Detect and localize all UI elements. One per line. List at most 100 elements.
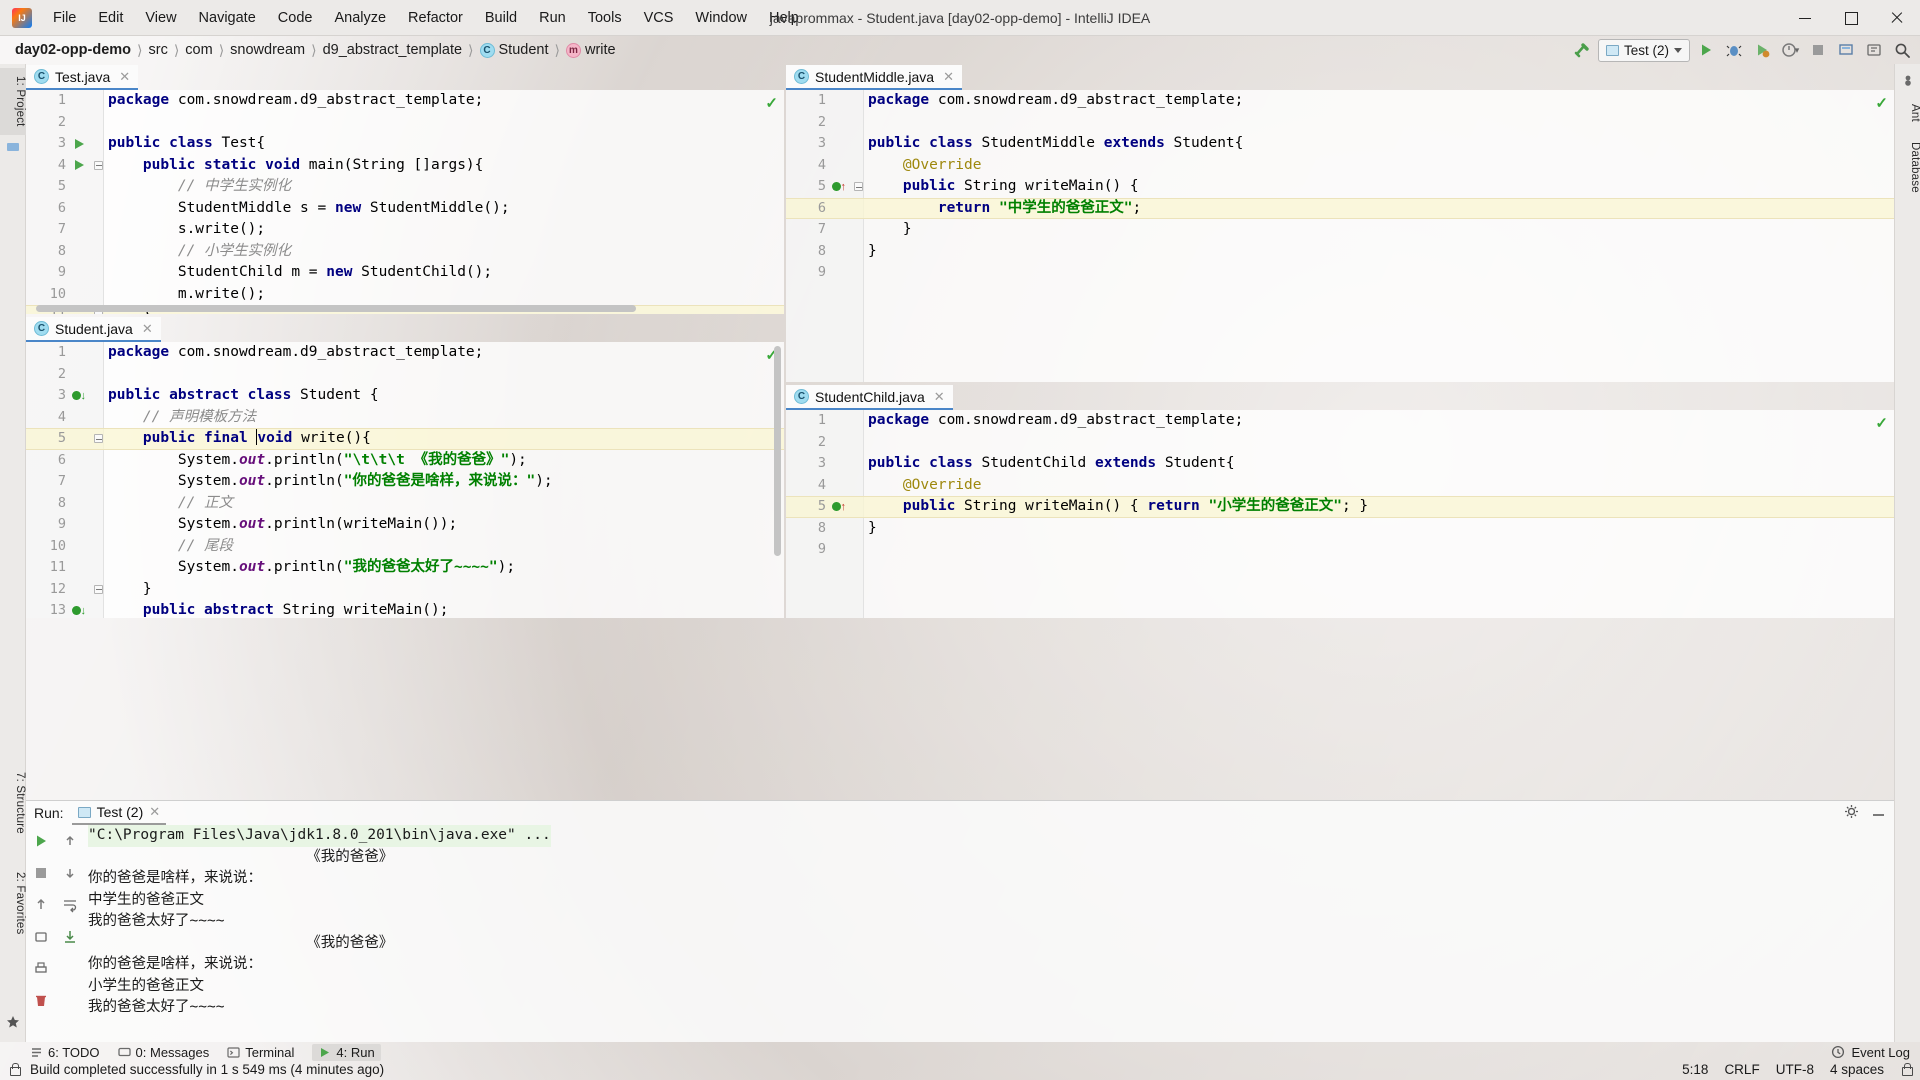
- caret-position[interactable]: 5:18: [1682, 1062, 1708, 1077]
- breadcrumb-item-project[interactable]: day02-opp-demo: [10, 41, 136, 59]
- breadcrumb-item-snowdream[interactable]: snowdream: [225, 41, 310, 59]
- ant-icon[interactable]: [1895, 68, 1920, 92]
- code-line[interactable]: 4 @Override: [786, 155, 1894, 177]
- code-line[interactable]: 10 m.write();: [26, 284, 784, 306]
- code-line[interactable]: 2: [786, 112, 1894, 134]
- code-line[interactable]: 2: [786, 432, 1894, 454]
- line-separator[interactable]: CRLF: [1724, 1062, 1759, 1077]
- code-line[interactable]: 1 package com.snowdream.d9_abstract_templ…: [26, 342, 784, 364]
- breadcrumb-item-package[interactable]: d9_abstract_template: [318, 41, 467, 59]
- breadcrumb-item-src[interactable]: src: [143, 41, 172, 59]
- code-line[interactable]: 3 public class StudentChild extends Stude…: [786, 453, 1894, 475]
- fold-toggle-icon[interactable]: [92, 428, 104, 450]
- rerun-failed-icon[interactable]: [31, 895, 51, 915]
- print-icon[interactable]: [31, 959, 51, 979]
- close-tab-icon[interactable]: ✕: [934, 389, 945, 405]
- fold-toggle-icon[interactable]: [852, 176, 864, 198]
- build-hammer-icon[interactable]: [1570, 38, 1594, 62]
- menu-navigate[interactable]: Navigate: [188, 6, 267, 30]
- delete-icon[interactable]: [31, 991, 51, 1011]
- code-line[interactable]: 5 ↑ public String writeMain() { return "小…: [786, 496, 1894, 518]
- code-line[interactable]: 5 public final void write(){: [26, 428, 784, 450]
- sidebar-item-favorites[interactable]: 2: Favorites: [0, 864, 26, 942]
- scroll-down-icon[interactable]: [60, 863, 80, 883]
- gutter-marker[interactable]: [72, 155, 86, 177]
- overriding-gutter-icon[interactable]: [832, 502, 841, 512]
- code-line[interactable]: 4 public static void main(String []args)…: [26, 155, 784, 177]
- code-line[interactable]: 4 @Override: [786, 475, 1894, 497]
- menu-analyze[interactable]: Analyze: [323, 6, 397, 30]
- vertical-scrollbar-student[interactable]: [774, 346, 781, 556]
- scroll-up-icon[interactable]: [60, 831, 80, 851]
- code-line[interactable]: 1 package com.snowdream.d9_abstract_templ…: [786, 410, 1894, 432]
- code-line[interactable]: 11 System.out.println("我的爸爸太好了~~~~");: [26, 557, 784, 579]
- code-line[interactable]: 10 // 尾段: [26, 536, 784, 558]
- code-line[interactable]: 5 // 中学生实例化: [26, 176, 784, 198]
- menu-build[interactable]: Build: [474, 6, 528, 30]
- code-line[interactable]: 2: [26, 364, 784, 386]
- run-gutter-icon[interactable]: [74, 138, 84, 149]
- rerun-icon[interactable]: [31, 831, 51, 851]
- console-output[interactable]: "C:\Program Files\Java\jdk1.8.0_201\bin\…: [88, 825, 1884, 1042]
- read-only-lock-icon[interactable]: [8, 1062, 21, 1076]
- run-gutter-icon[interactable]: [74, 160, 84, 171]
- search-icon[interactable]: [1890, 38, 1914, 62]
- code-line[interactable]: 6 System.out.println("\t\t\t 《我的爸爸》");: [26, 450, 784, 472]
- close-tab-icon[interactable]: ✕: [119, 69, 130, 85]
- stop-icon[interactable]: [31, 863, 51, 883]
- download-icon[interactable]: [60, 927, 80, 947]
- update-icon[interactable]: [1834, 38, 1858, 62]
- code-line[interactable]: 5 ↑ public String writeMain() {: [786, 176, 1894, 198]
- menu-view[interactable]: View: [134, 6, 187, 30]
- breadcrumb-item-class[interactable]: C Student: [475, 41, 554, 59]
- file-encoding[interactable]: UTF-8: [1776, 1062, 1814, 1077]
- tab-student-java[interactable]: C Student.java ✕: [26, 317, 161, 342]
- sidebar-item-project[interactable]: 1: Project: [0, 68, 26, 135]
- code-line[interactable]: 6 StudentMiddle s = new StudentMiddle();: [26, 198, 784, 220]
- implemented-gutter-icon[interactable]: [72, 391, 81, 401]
- sidebar-item-database[interactable]: Database: [1895, 134, 1920, 201]
- fold-toggle-icon[interactable]: [92, 155, 104, 177]
- code-line[interactable]: 7 System.out.println("你的爸爸是啥样，来说说：");: [26, 471, 784, 493]
- lock-icon[interactable]: [1900, 1062, 1913, 1076]
- module-icon[interactable]: [0, 135, 26, 159]
- code-line[interactable]: 8}: [786, 518, 1894, 540]
- maximize-button[interactable]: [1828, 0, 1874, 36]
- fold-toggle-icon[interactable]: [92, 579, 104, 601]
- code-line[interactable]: 9: [786, 539, 1894, 561]
- menu-tools[interactable]: Tools: [577, 6, 633, 30]
- favorites-star-icon[interactable]: [0, 1010, 26, 1034]
- stop-icon[interactable]: [1806, 38, 1830, 62]
- debug-icon[interactable]: [1722, 38, 1746, 62]
- horizontal-scrollbar-test[interactable]: [36, 305, 636, 312]
- gear-icon[interactable]: [1844, 804, 1859, 822]
- run-configuration-selector[interactable]: Test (2): [1597, 38, 1690, 62]
- indent-setting[interactable]: 4 spaces: [1830, 1062, 1884, 1077]
- menu-help[interactable]: Help: [758, 6, 810, 30]
- menu-run[interactable]: Run: [528, 6, 577, 30]
- code-editor-studentchild[interactable]: ✓ 1 package com.snowdream.d9_abstract_tem…: [786, 410, 1894, 618]
- code-line[interactable]: 8 // 正文: [26, 493, 784, 515]
- code-line[interactable]: 13 ↓ public abstract String writeMain();: [26, 600, 784, 618]
- run-icon[interactable]: [1694, 38, 1718, 62]
- gutter-marker[interactable]: [72, 133, 86, 155]
- overriding-gutter-icon[interactable]: [832, 182, 841, 192]
- menu-file[interactable]: File: [42, 6, 87, 30]
- menu-window[interactable]: Window: [684, 6, 758, 30]
- close-run-tab-icon[interactable]: ✕: [149, 804, 160, 820]
- menu-refactor[interactable]: Refactor: [397, 6, 474, 30]
- code-line[interactable]: 12 }: [26, 579, 784, 601]
- close-button[interactable]: [1874, 0, 1920, 36]
- code-line[interactable]: 1 package com.snowdream.d9_abstract_templ…: [786, 90, 1894, 112]
- menu-edit[interactable]: Edit: [87, 6, 134, 30]
- gutter-marker[interactable]: ↑: [832, 176, 846, 198]
- code-line[interactable]: 3 ↓ public abstract class Student {: [26, 385, 784, 407]
- code-line[interactable]: 7 }: [786, 219, 1894, 241]
- code-editor-student[interactable]: ✓ 1 package com.snowdream.d9_abstract_tem…: [26, 342, 784, 618]
- implemented-gutter-icon[interactable]: [72, 606, 81, 616]
- gutter-marker[interactable]: ↑: [832, 496, 846, 518]
- pin-icon[interactable]: [31, 927, 51, 947]
- code-line[interactable]: 9: [786, 262, 1894, 284]
- code-line[interactable]: 6 return "中学生的爸爸正文";: [786, 198, 1894, 220]
- code-line[interactable]: 7 s.write();: [26, 219, 784, 241]
